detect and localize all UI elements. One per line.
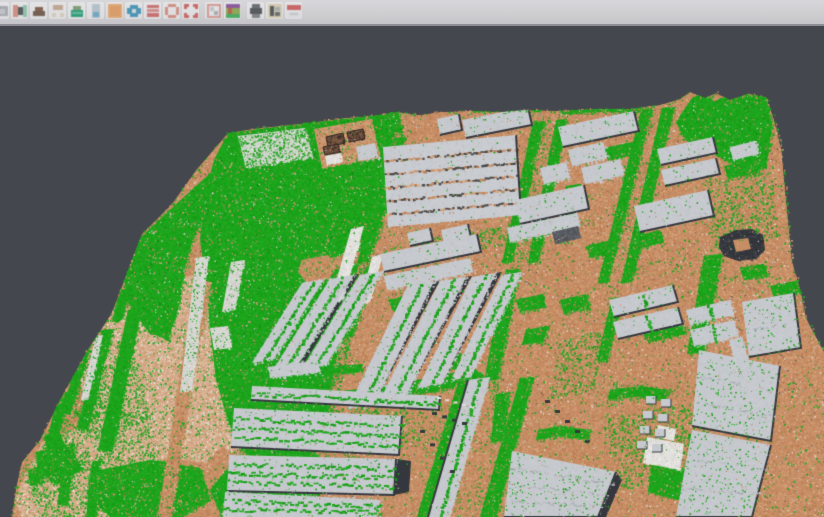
rect-select-icon (183, 3, 199, 19)
classified-view-icon (225, 3, 241, 19)
classify-building-button[interactable] (106, 2, 123, 19)
interactive-edit-button[interactable] (125, 2, 142, 19)
toolbar-buttons-row (0, 2, 303, 19)
clip-by-region-button[interactable] (205, 2, 222, 19)
classify-ground-button[interactable] (30, 2, 47, 19)
settings-button[interactable] (266, 2, 283, 19)
classify-by-class-icon (12, 3, 28, 19)
classify-building-icon (107, 3, 123, 19)
circle-select-icon (164, 3, 180, 19)
classify-water-icon (88, 3, 104, 19)
classify-low-points-icon (50, 3, 66, 19)
classify-low-points-button[interactable] (49, 2, 66, 19)
print-icon (248, 3, 264, 19)
classified-view-button[interactable] (224, 2, 241, 19)
classify-water-button[interactable] (87, 2, 104, 19)
classify-vegetation-button[interactable] (68, 2, 85, 19)
circle-select-button[interactable] (163, 2, 180, 19)
pointcloud-render-canvas[interactable] (0, 26, 824, 517)
interactive-edit-icon (126, 3, 142, 19)
profile-edit-icon (145, 3, 161, 19)
measure-button[interactable] (285, 2, 302, 19)
classify-model-button[interactable] (0, 2, 9, 19)
toolbar-separator (200, 2, 204, 19)
profile-edit-button[interactable] (144, 2, 161, 19)
toolbar-separator (242, 2, 246, 19)
classify-model-icon (0, 3, 9, 19)
classify-by-class-button[interactable] (11, 2, 28, 19)
rect-select-button[interactable] (182, 2, 199, 19)
app-window: { "toolbar": { "background": "#cccccf", … (0, 0, 824, 517)
measure-icon (286, 3, 302, 19)
main-toolbar (0, 0, 824, 26)
classify-ground-icon (31, 3, 47, 19)
settings-icon (267, 3, 283, 19)
classify-vegetation-icon (69, 3, 85, 19)
3d-viewport[interactable] (0, 26, 824, 517)
print-button[interactable] (247, 2, 264, 19)
clip-by-region-icon (206, 3, 222, 19)
